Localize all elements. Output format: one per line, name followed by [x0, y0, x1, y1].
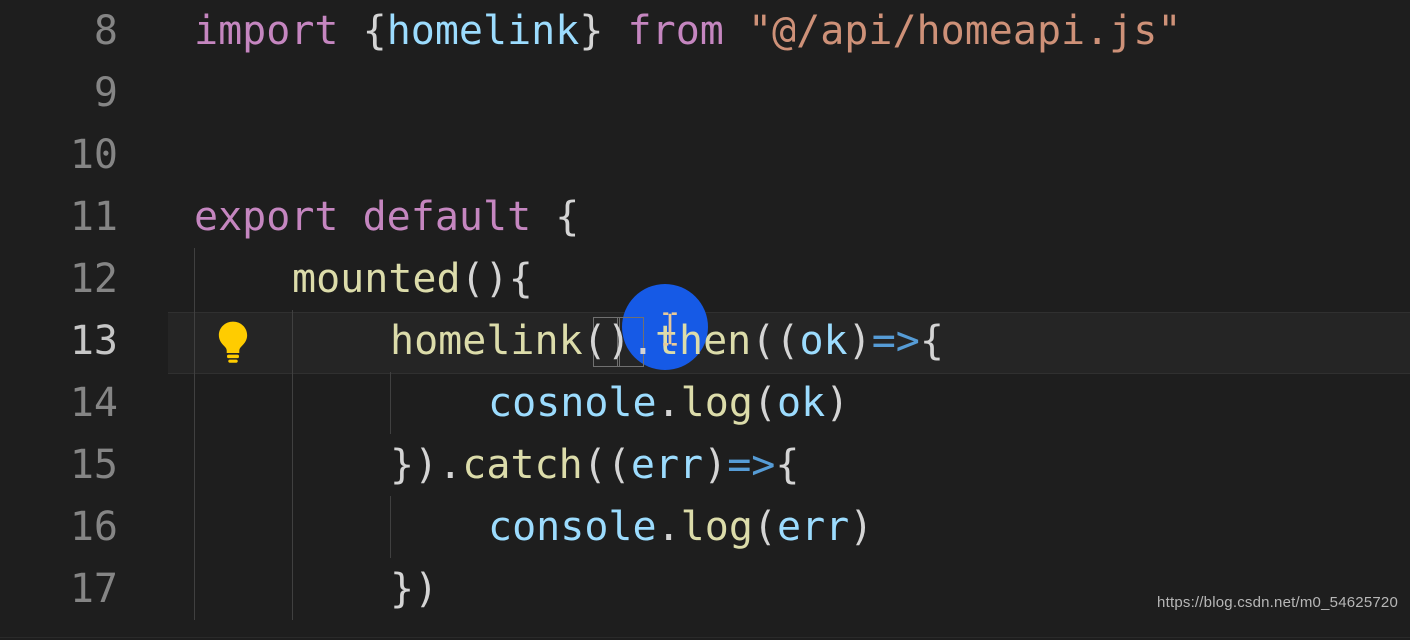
- param-ok: ok: [799, 310, 847, 372]
- brace-close: }: [579, 0, 603, 62]
- code-line[interactable]: 10: [0, 124, 1410, 186]
- line-number: 16: [0, 496, 170, 558]
- brace-open: {: [509, 248, 533, 310]
- dot: .: [631, 310, 655, 372]
- param-err: err: [631, 434, 703, 496]
- call-then: then: [655, 310, 751, 372]
- string-path: "@/api/homeapi.js": [748, 0, 1181, 62]
- code-line[interactable]: 12 mounted () {: [0, 248, 1410, 310]
- paren-open: (: [583, 310, 607, 372]
- call-log: log: [681, 372, 753, 434]
- line-number: 11: [0, 186, 170, 248]
- identifier-homelink: homelink: [387, 0, 580, 62]
- paren-close: ): [825, 372, 849, 434]
- paren-close: ): [703, 434, 727, 496]
- code-line[interactable]: 15 } ) . catch (( err ) => {: [0, 434, 1410, 496]
- paren-open: ((: [583, 434, 631, 496]
- brace-open: {: [920, 310, 944, 372]
- brace-open: {: [775, 434, 799, 496]
- call-log: log: [681, 496, 753, 558]
- watermark-text: https://blog.csdn.net/m0_54625720: [1157, 572, 1398, 634]
- keyword-import: import: [194, 0, 339, 62]
- line-number: 15: [0, 434, 170, 496]
- divider: [0, 637, 1410, 638]
- brace-open: {: [363, 0, 387, 62]
- paren-open: ((: [751, 310, 799, 372]
- dot: .: [438, 434, 462, 496]
- dot: .: [657, 496, 681, 558]
- line-number: 13: [0, 310, 170, 372]
- line-number: 9: [0, 62, 170, 124]
- keyword-export: export: [194, 186, 339, 248]
- code-line[interactable]: 9: [0, 62, 1410, 124]
- brace-close: }: [390, 434, 414, 496]
- identifier-cosnole: cosnole: [488, 372, 657, 434]
- arrow: =>: [727, 434, 775, 496]
- brace-close: }: [390, 558, 414, 620]
- dot: .: [657, 372, 681, 434]
- paren-close: ): [414, 558, 438, 620]
- paren-open: (: [753, 372, 777, 434]
- paren-close: ): [414, 434, 438, 496]
- code-line[interactable]: 14 cosnole . log ( ok ): [0, 372, 1410, 434]
- lightbulb-icon[interactable]: [214, 320, 252, 364]
- line-number: 12: [0, 248, 170, 310]
- code-editor[interactable]: 8 import { homelink } from "@/api/homeap…: [0, 0, 1410, 640]
- param-ok: ok: [777, 372, 825, 434]
- code-line[interactable]: 16 console . log ( err ): [0, 496, 1410, 558]
- line-number: 17: [0, 558, 170, 620]
- code-line[interactable]: 11 export default {: [0, 186, 1410, 248]
- parens: (): [461, 248, 509, 310]
- keyword-default: default: [363, 186, 532, 248]
- line-number: 8: [0, 0, 170, 62]
- paren-close: ): [849, 496, 873, 558]
- paren-open: (: [753, 496, 777, 558]
- brace-open: {: [555, 186, 579, 248]
- call-catch: catch: [462, 434, 582, 496]
- param-err: err: [777, 496, 849, 558]
- keyword-from: from: [628, 0, 724, 62]
- paren-close: ): [848, 310, 872, 372]
- code-line[interactable]: 8 import { homelink } from "@/api/homeap…: [0, 0, 1410, 62]
- method-mounted: mounted: [292, 248, 461, 310]
- identifier-console: console: [488, 496, 657, 558]
- line-number: 10: [0, 124, 170, 186]
- paren-close: ): [607, 310, 631, 372]
- line-number: 14: [0, 372, 170, 434]
- call-homelink: homelink: [390, 310, 583, 372]
- arrow: =>: [872, 310, 920, 372]
